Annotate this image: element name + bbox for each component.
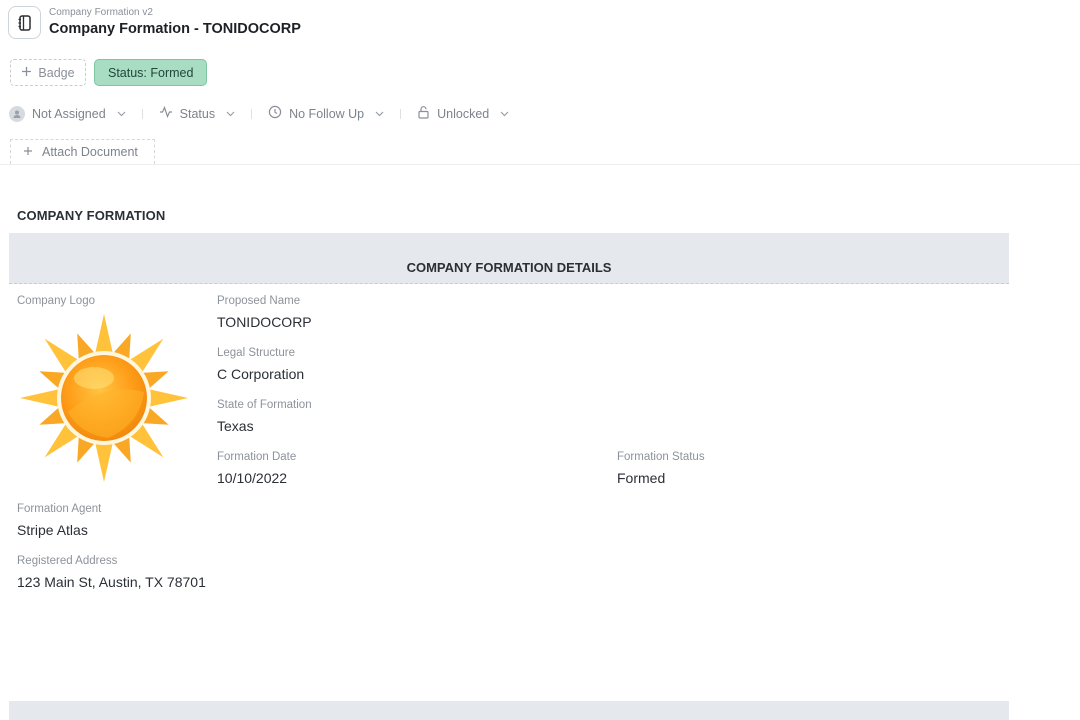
state-of-formation-label: State of Formation [217, 399, 312, 411]
chevron-down-icon [500, 109, 509, 119]
lock-label: Unlocked [437, 106, 490, 121]
notebook-icon[interactable] [8, 6, 41, 39]
formation-agent-value: Stripe Atlas [17, 522, 88, 538]
meta-toolbar: Not Assigned Status No Follow Up Unlocke… [9, 105, 509, 122]
sun-ray [95, 314, 113, 354]
next-section-header [9, 701, 1009, 720]
sun-ray [20, 389, 60, 407]
formation-status-field: Formation Status Formed [617, 450, 705, 487]
legal-structure-value: C Corporation [217, 366, 305, 382]
registered-address-field: Registered Address 123 Main St, Austin, … [17, 554, 206, 591]
assignee-label: Not Assigned [32, 106, 106, 121]
status-badge-label: Status: Formed [108, 65, 194, 80]
follow-up-dropdown[interactable]: No Follow Up [268, 105, 384, 122]
proposed-name-field: Proposed Name TONIDOCORP [217, 294, 312, 331]
add-badge-label: Badge [38, 65, 75, 80]
state-of-formation-value: Texas [217, 418, 254, 434]
add-badge-button[interactable]: Badge [10, 59, 86, 86]
formation-agent-field: Formation Agent Stripe Atlas [17, 502, 101, 539]
status-badge[interactable]: Status: Formed [94, 59, 208, 86]
section-title: COMPANY FORMATION [17, 208, 166, 223]
badge-row: Badge Status: Formed [10, 59, 208, 86]
registered-address-value: 123 Main St, Austin, TX 78701 [17, 574, 206, 590]
status-dropdown[interactable]: Status [159, 105, 235, 121]
divider [400, 108, 402, 119]
avatar [9, 105, 25, 122]
divider [141, 108, 143, 119]
company-logo-field: Company Logo [17, 294, 95, 308]
unlock-icon [417, 105, 430, 122]
follow-up-label: No Follow Up [289, 106, 365, 121]
divider [251, 108, 253, 119]
header-divider [0, 164, 1080, 165]
status-dropdown-label: Status [179, 106, 216, 121]
proposed-name-label: Proposed Name [217, 295, 301, 307]
details-title: COMPANY FORMATION DETAILS [406, 260, 612, 275]
formation-agent-label: Formation Agent [17, 503, 102, 515]
formation-date-field: Formation Date 10/10/2022 [217, 450, 296, 487]
chevron-down-icon [375, 109, 384, 119]
company-logo-label: Company Logo [17, 295, 95, 307]
details-header: COMPANY FORMATION DETAILS [9, 233, 1009, 284]
legal-structure-field: Legal Structure C Corporation [217, 346, 304, 383]
chevron-down-icon [226, 109, 235, 119]
chevron-down-icon [117, 109, 126, 119]
plus-icon [21, 66, 32, 80]
assignee-dropdown[interactable]: Not Assigned [9, 105, 126, 122]
attach-document-button[interactable]: Attach Document [10, 139, 155, 164]
formation-date-value: 10/10/2022 [217, 470, 288, 486]
header: Company Formation v2 Company Formation -… [8, 6, 301, 39]
formation-date-label: Formation Date [217, 451, 297, 463]
formation-status-label: Formation Status [617, 451, 705, 463]
clock-icon [268, 105, 282, 122]
state-of-formation-field: State of Formation Texas [217, 398, 312, 435]
plus-icon [23, 145, 33, 159]
legal-structure-label: Legal Structure [217, 347, 295, 359]
sun-ray [95, 442, 113, 482]
lock-dropdown[interactable]: Unlocked [417, 105, 509, 122]
sun-ray [148, 389, 188, 407]
activity-icon [159, 105, 173, 121]
attach-document-label: Attach Document [42, 145, 138, 159]
proposed-name-value: TONIDOCORP [217, 314, 312, 330]
page-subtitle: Company Formation v2 [49, 6, 153, 18]
registered-address-label: Registered Address [17, 555, 118, 567]
formation-status-value: Formed [617, 470, 666, 486]
page-title: Company Formation - TONIDOCORP [49, 20, 301, 37]
company-logo-image [16, 312, 192, 484]
